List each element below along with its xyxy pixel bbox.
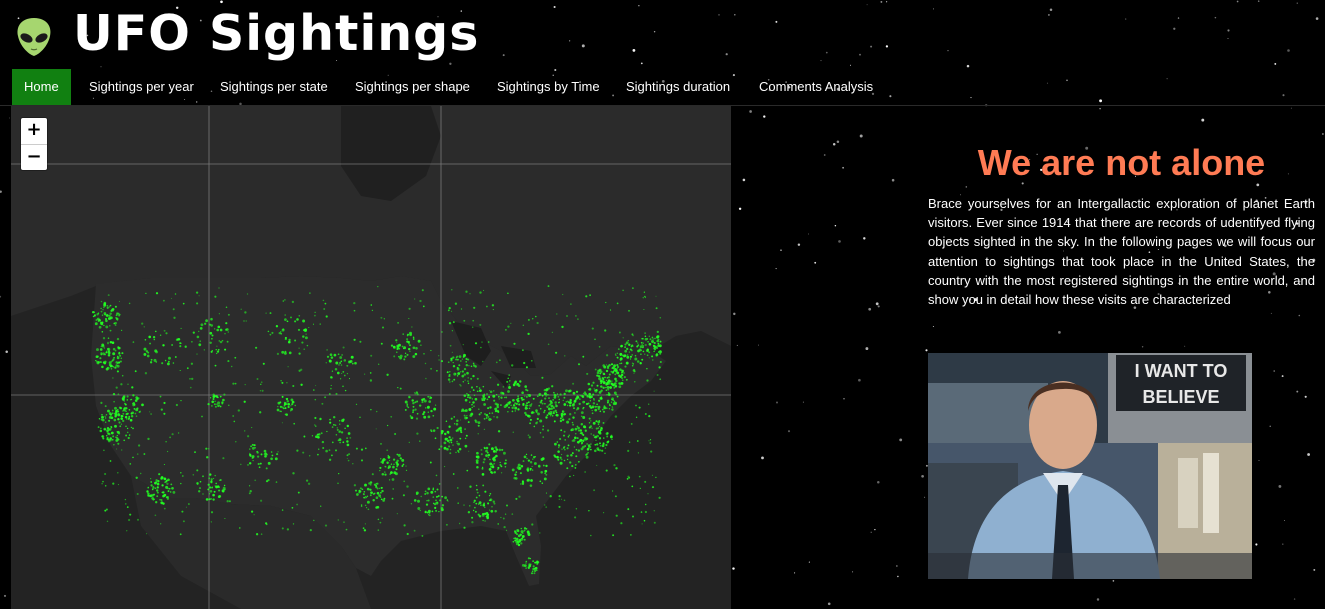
main-nav: Home Sightings per year Sightings per st…: [0, 69, 1325, 106]
nav-sightings-per-year[interactable]: Sightings per year: [89, 69, 194, 105]
x-files-photo: I WANT TO BELIEVE: [928, 353, 1252, 579]
photo-sign-line2: BELIEVE: [1142, 387, 1219, 407]
nav-comments-analysis[interactable]: Comments Analysis: [759, 69, 873, 105]
map-canvas[interactable]: [11, 106, 731, 609]
nav-sightings-by-time[interactable]: Sightings by Time: [497, 69, 600, 105]
site-title: UFO Sightings: [73, 5, 480, 62]
nav-sightings-per-state[interactable]: Sightings per state: [220, 69, 328, 105]
site-header: UFO Sightings: [0, 0, 1325, 68]
nav-sightings-duration[interactable]: Sightings duration: [626, 69, 730, 105]
nav-home[interactable]: Home: [12, 69, 71, 105]
alien-icon: [17, 18, 51, 56]
zoom-out-button[interactable]: −: [21, 144, 47, 170]
nav-sightings-per-shape[interactable]: Sightings per shape: [355, 69, 470, 105]
sightings-map[interactable]: + −: [11, 106, 731, 609]
intro-paragraph: Brace yourselves for an Intergallactic e…: [928, 196, 1315, 308]
photo-sign-line1: I WANT TO: [1135, 361, 1228, 381]
zoom-in-button[interactable]: +: [21, 118, 47, 144]
zoom-control: + −: [21, 118, 47, 170]
page-heading: We are not alone: [977, 142, 1266, 183]
